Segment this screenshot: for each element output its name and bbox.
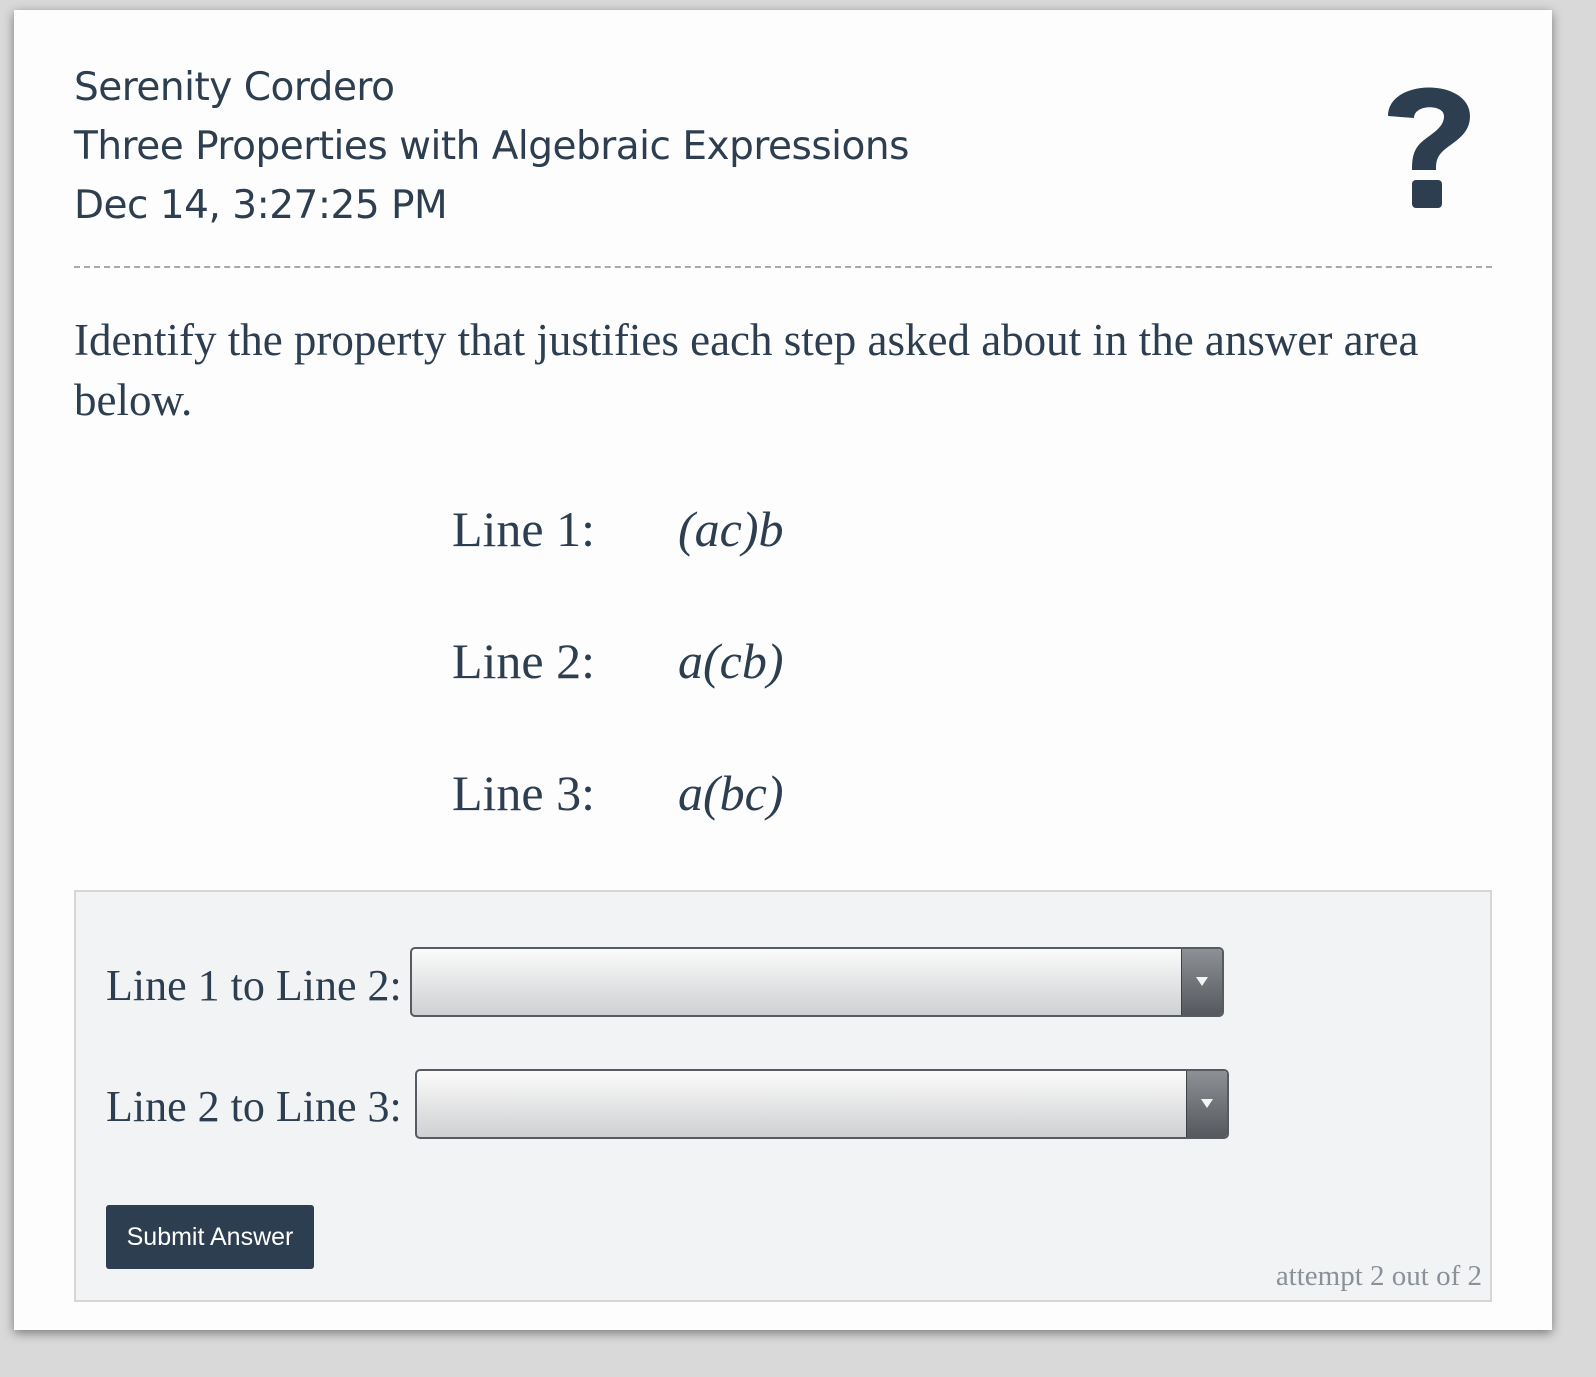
question-card: Serenity Cordero Three Properties with A… [14, 10, 1552, 1330]
question-mark-icon[interactable] [1374, 70, 1484, 210]
chevron-down-icon [1201, 1099, 1213, 1108]
line-label: Line 3: [452, 765, 596, 821]
line-expression: a(bc) [678, 765, 784, 821]
attempt-counter: attempt 2 out of 2 [1275, 1260, 1482, 1292]
submit-answer-button[interactable]: Submit Answer [106, 1205, 314, 1269]
assignment-title: Three Properties with Algebraic Expressi… [74, 124, 909, 169]
dropdown-toggle[interactable] [1186, 1071, 1227, 1137]
student-name: Serenity Cordero [74, 65, 395, 110]
chevron-down-icon [1196, 977, 1208, 986]
line-expression: (ac)b [678, 501, 784, 557]
line-label: Line 2: [452, 633, 596, 689]
answer-area: Line 1 to Line 2: Line 2 to Line 3: Subm… [74, 890, 1492, 1302]
timestamp: Dec 14, 3:27:25 PM [74, 183, 448, 228]
property-select-line1-to-line2[interactable] [410, 947, 1224, 1017]
line-expression: a(cb) [678, 633, 784, 689]
header-divider [74, 266, 1492, 268]
assignment-header: Serenity Cordero Three Properties with A… [74, 58, 974, 235]
dropdown-toggle[interactable] [1181, 949, 1222, 1015]
question-prompt: Identify the property that justifies eac… [74, 315, 1419, 425]
property-select-line2-to-line3[interactable] [415, 1069, 1229, 1139]
answer-label-1: Line 1 to Line 2: [106, 961, 402, 1010]
answer-label-2: Line 2 to Line 3: [106, 1082, 402, 1131]
line-label: Line 1: [452, 501, 596, 557]
